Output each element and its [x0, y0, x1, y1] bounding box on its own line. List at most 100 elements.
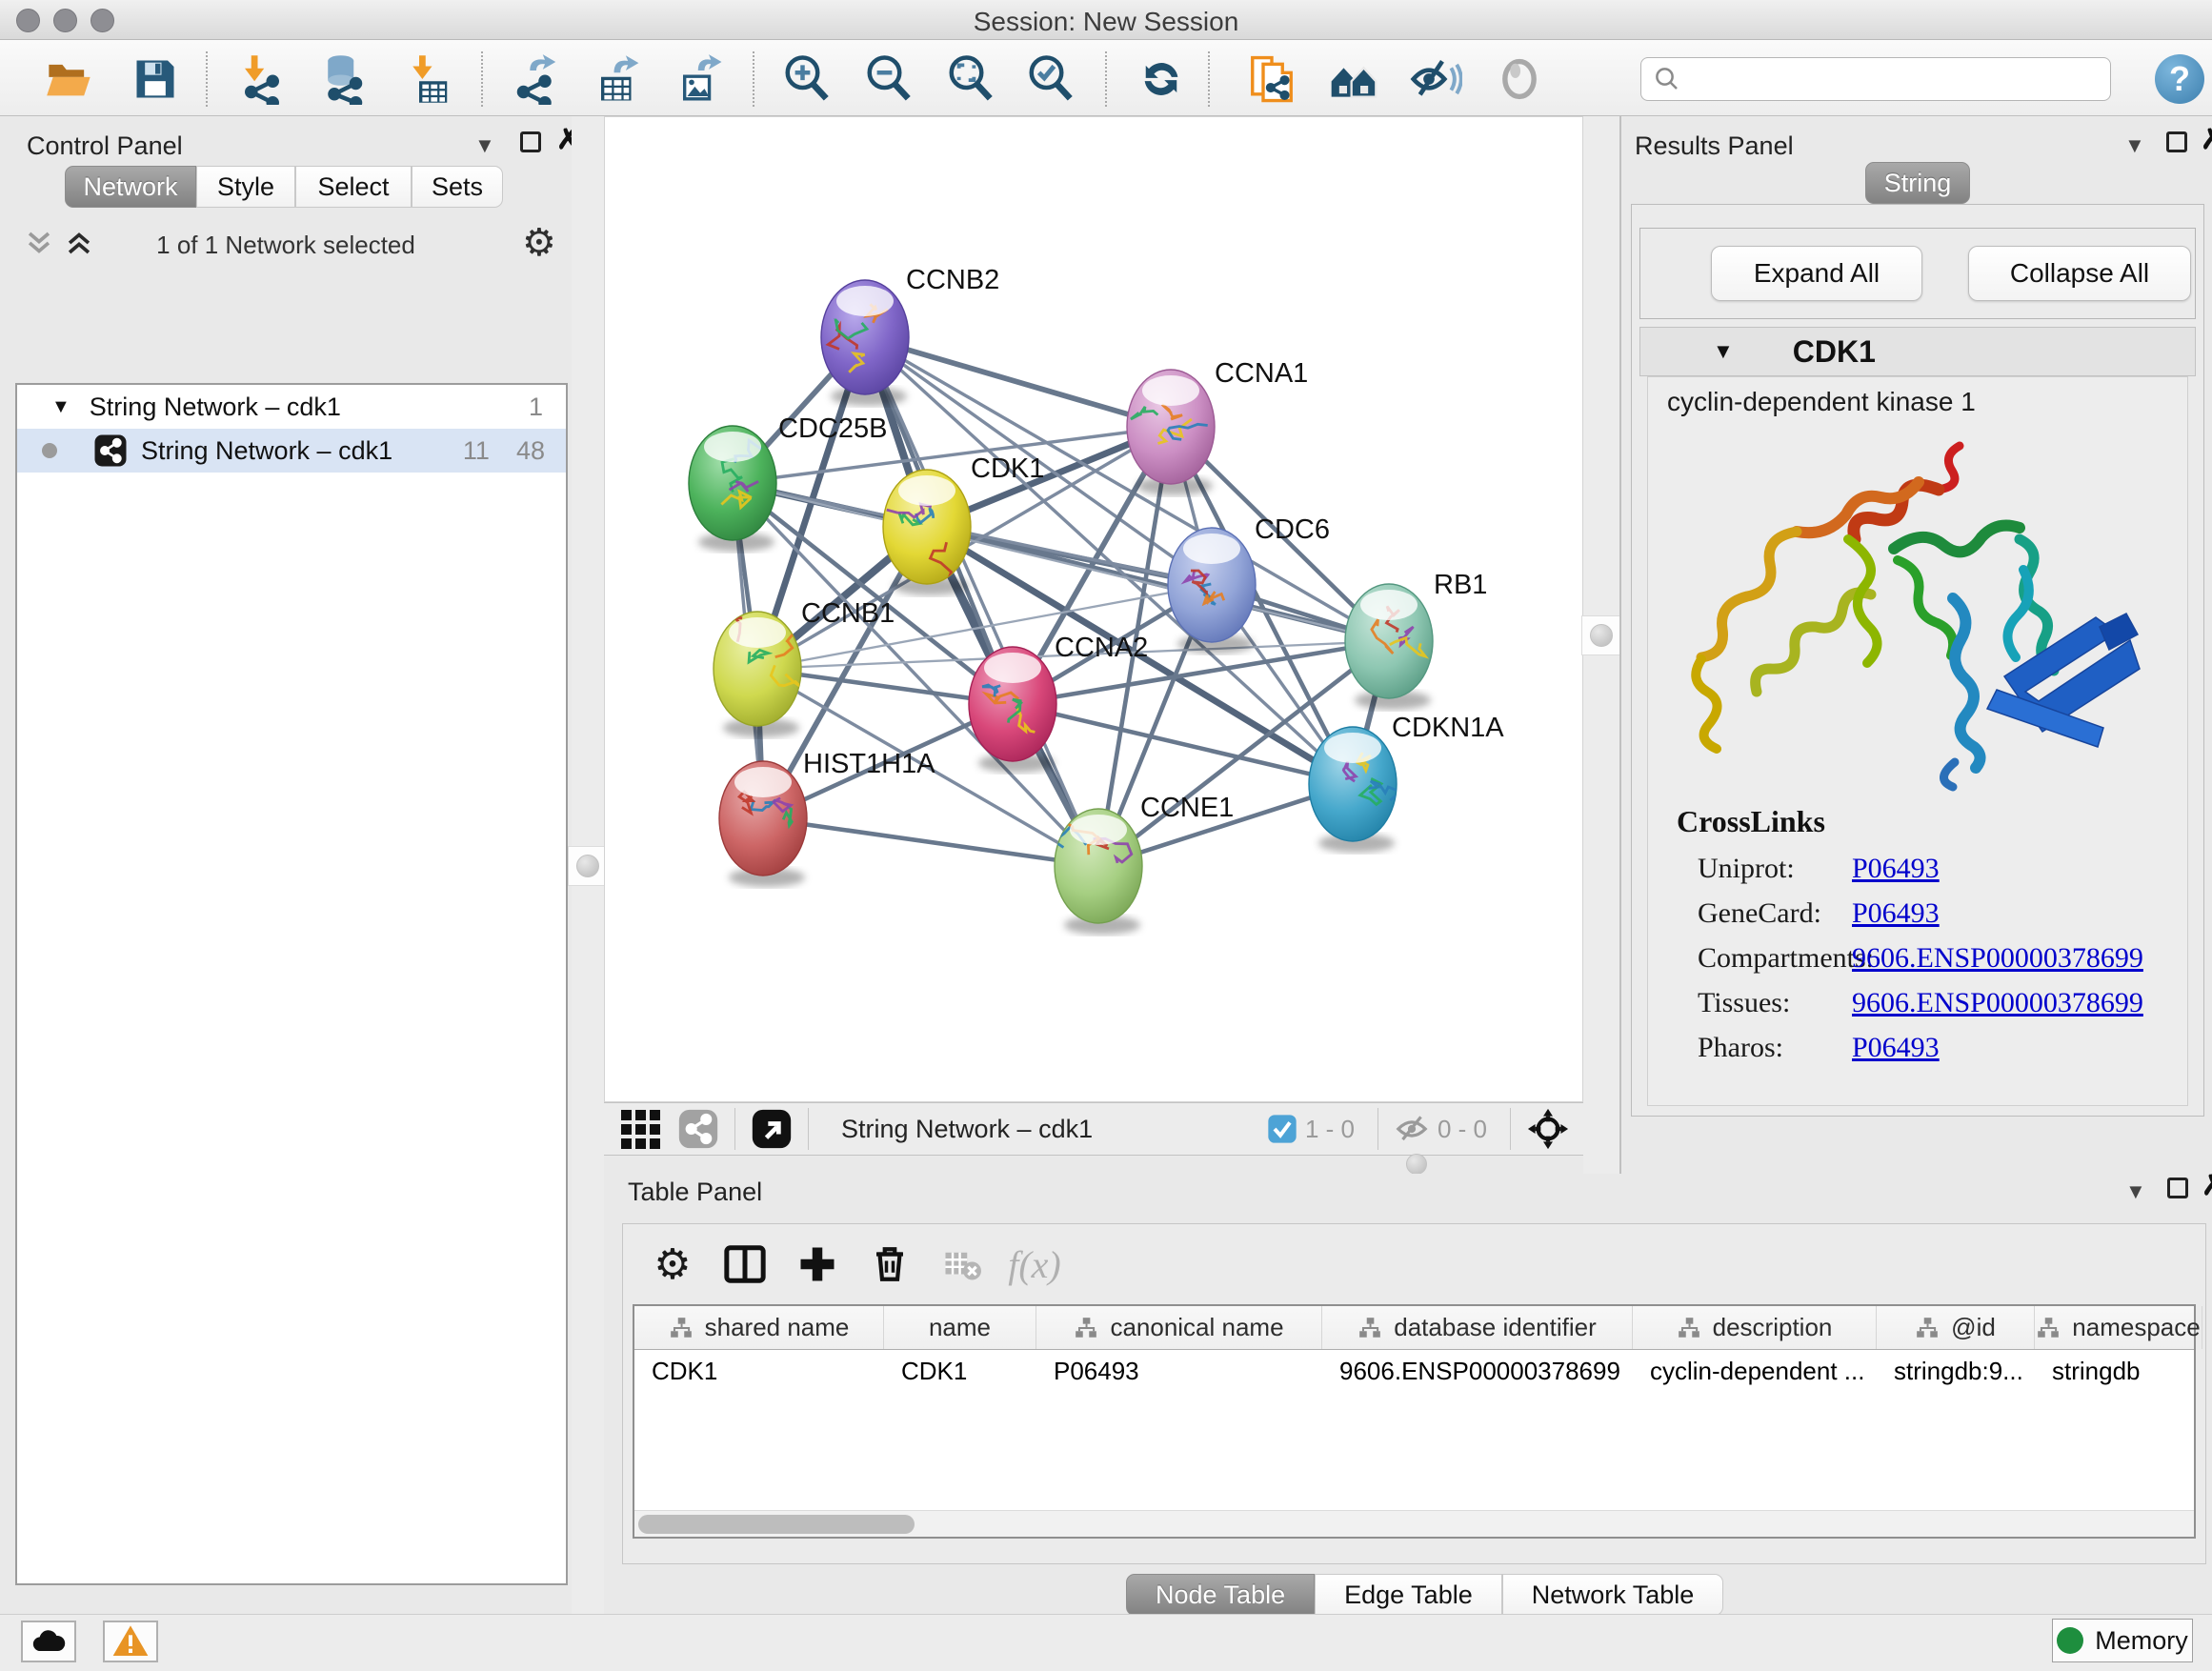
crosslink-link[interactable]: 9606.ENSP00000378699 — [1852, 942, 2143, 975]
cloud-status-button[interactable] — [21, 1621, 76, 1662]
left-splitter-handle[interactable] — [568, 846, 608, 886]
network-node-CCNE1[interactable]: CCNE1 — [1052, 793, 1235, 935]
panel-menu-caret-icon[interactable]: ▼ — [2125, 1179, 2146, 1204]
network-node-CDK1[interactable]: CDK1 — [883, 453, 1044, 595]
network-edge-CCNB2-CCNE1[interactable] — [865, 337, 1098, 866]
table-horizontal-scrollbar[interactable] — [634, 1510, 2194, 1537]
birdseye-grid-icon[interactable] — [621, 1110, 660, 1149]
search-box[interactable] — [1640, 57, 2111, 101]
table-cell[interactable]: CDK1 — [884, 1350, 1036, 1392]
column-header-database-identifier[interactable]: database identifier — [1322, 1306, 1633, 1349]
search-input[interactable] — [1681, 65, 2091, 94]
table-options-gear-icon[interactable]: ⚙ — [646, 1238, 699, 1291]
open-in-window-icon[interactable] — [751, 1108, 793, 1150]
float-panel-icon[interactable] — [520, 131, 541, 152]
table-row[interactable]: CDK1CDK1P064939606.ENSP00000378699cyclin… — [634, 1350, 2194, 1392]
close-panel-icon[interactable]: ✗ — [2201, 130, 2212, 151]
tab-style[interactable]: Style — [196, 166, 295, 208]
export-network-button[interactable] — [509, 51, 564, 107]
zoom-out-button[interactable] — [861, 51, 916, 107]
column-header-canonical-name[interactable]: canonical name — [1036, 1306, 1322, 1349]
left-splitter[interactable] — [572, 116, 604, 1614]
network-node-CDKN1A[interactable]: CDKN1A — [1309, 713, 1504, 853]
table-cell[interactable]: stringdb — [2035, 1350, 2202, 1392]
memory-button[interactable]: Memory — [2052, 1619, 2193, 1662]
tab-network[interactable]: Network — [65, 166, 196, 208]
crosslink-link[interactable]: 9606.ENSP00000378699 — [1852, 987, 2143, 1019]
network-node-RB1[interactable]: RB1 — [1345, 570, 1487, 710]
help-button[interactable]: ? — [2155, 54, 2204, 104]
table-cell[interactable]: stringdb:9... — [1877, 1350, 2035, 1392]
import-network-database-button[interactable] — [315, 51, 371, 107]
panel-menu-caret-icon[interactable]: ▼ — [2124, 133, 2145, 158]
float-panel-icon[interactable] — [2166, 131, 2187, 152]
right-splitter-handle[interactable] — [1581, 615, 1621, 655]
import-table-file-button[interactable] — [400, 51, 455, 107]
network-edge-CCNB2-CCNA1[interactable] — [865, 337, 1171, 427]
network-row-selected[interactable]: String Network – cdk1 11 48 — [17, 429, 566, 473]
collapse-all-button[interactable]: Collapse All — [1968, 246, 2191, 301]
tab-node-table[interactable]: Node Table — [1126, 1574, 1315, 1616]
table-cell[interactable]: CDK1 — [634, 1350, 884, 1392]
show-all-button[interactable] — [1492, 51, 1547, 107]
warnings-button[interactable] — [103, 1621, 158, 1662]
export-table-button[interactable] — [591, 51, 646, 107]
cdk1-section-header[interactable]: ▼ CDK1 — [1639, 327, 2196, 376]
network-node-CCNB2[interactable]: CCNB2 — [821, 265, 999, 406]
main-toolbar: ? — [0, 40, 2212, 116]
column-header-shared-name[interactable]: shared name — [634, 1306, 884, 1349]
network-view-toolbar: String Network – cdk1 1 - 0 0 - 0 — [604, 1102, 1583, 1156]
tab-string[interactable]: String — [1865, 162, 1970, 204]
close-panel-icon[interactable]: ✗ — [2202, 1176, 2212, 1197]
fit-content-crosshair-icon[interactable] — [1526, 1107, 1570, 1151]
open-session-button[interactable] — [42, 51, 97, 107]
column-header-description[interactable]: description — [1633, 1306, 1877, 1349]
expand-all-button[interactable]: Expand All — [1711, 246, 1922, 301]
network-node-CCNA2[interactable]: CCNA2 — [969, 633, 1148, 773]
table-cell[interactable]: cyclin-dependent ... — [1633, 1350, 1877, 1392]
horizontal-splitter-handle[interactable] — [1406, 1154, 1427, 1175]
clone-network-button[interactable] — [1244, 51, 1299, 107]
tab-network-table[interactable]: Network Table — [1502, 1574, 1724, 1616]
scrollbar-thumb[interactable] — [638, 1515, 915, 1534]
table-cell[interactable]: 9606.ENSP00000378699 — [1322, 1350, 1633, 1392]
show-columns-button[interactable] — [718, 1238, 772, 1291]
create-column-button[interactable] — [791, 1238, 844, 1291]
tab-edge-table[interactable]: Edge Table — [1315, 1574, 1502, 1616]
hidden-eye-slash-icon[interactable] — [1394, 1111, 1430, 1147]
first-neighbors-button[interactable] — [1326, 51, 1381, 107]
share-network-icon[interactable] — [677, 1108, 719, 1150]
crosslink-link[interactable]: P06493 — [1852, 853, 1940, 885]
crosslink-link[interactable]: P06493 — [1852, 897, 1940, 930]
network-node-HIST1H1A[interactable]: HIST1H1A — [719, 749, 935, 887]
import-network-file-button[interactable] — [234, 51, 290, 107]
tab-sets[interactable]: Sets — [412, 166, 503, 208]
network-edge-HIST1H1A-CCNE1[interactable] — [763, 818, 1098, 866]
zoom-in-button[interactable] — [779, 51, 835, 107]
panel-menu-caret-icon[interactable]: ▼ — [474, 133, 495, 158]
hide-selected-button[interactable] — [1408, 51, 1463, 107]
table-cell[interactable]: P06493 — [1036, 1350, 1322, 1392]
float-panel-icon[interactable] — [2167, 1178, 2188, 1198]
zoom-fit-button[interactable] — [943, 51, 998, 107]
crosslink-link[interactable]: P06493 — [1852, 1032, 1940, 1064]
save-session-button[interactable] — [128, 51, 183, 107]
selected-checkbox-icon[interactable] — [1267, 1114, 1297, 1144]
network-node-CDC6[interactable]: CDC6 — [1168, 514, 1330, 654]
column-header--id[interactable]: @id — [1877, 1306, 2035, 1349]
network-options-gear-icon[interactable]: ⚙ — [522, 221, 556, 265]
delete-column-button[interactable] — [863, 1238, 916, 1291]
column-header-name[interactable]: name — [884, 1306, 1036, 1349]
apply-layout-button[interactable] — [1134, 51, 1189, 107]
export-image-button[interactable] — [673, 51, 728, 107]
zoom-selected-button[interactable] — [1023, 51, 1078, 107]
section-collapse-icon[interactable]: ▼ — [1713, 339, 1734, 364]
network-canvas[interactable]: CCNB2CCNA1CDC25BCDK1CDC6RB1CCNB1CCNA2CDK… — [604, 116, 1583, 1102]
column-header-namespace[interactable]: namespace — [2035, 1306, 2202, 1349]
tab-select[interactable]: Select — [295, 166, 412, 208]
network-node-label: CDC6 — [1255, 514, 1330, 545]
network-collection-row[interactable]: ▼ String Network – cdk1 1 — [17, 385, 566, 429]
network-node-CDC25B[interactable]: CDC25B — [689, 413, 887, 552]
network-edge-CCNA2-CDKN1A[interactable] — [1013, 704, 1353, 784]
collection-expand-icon[interactable]: ▼ — [51, 396, 70, 418]
